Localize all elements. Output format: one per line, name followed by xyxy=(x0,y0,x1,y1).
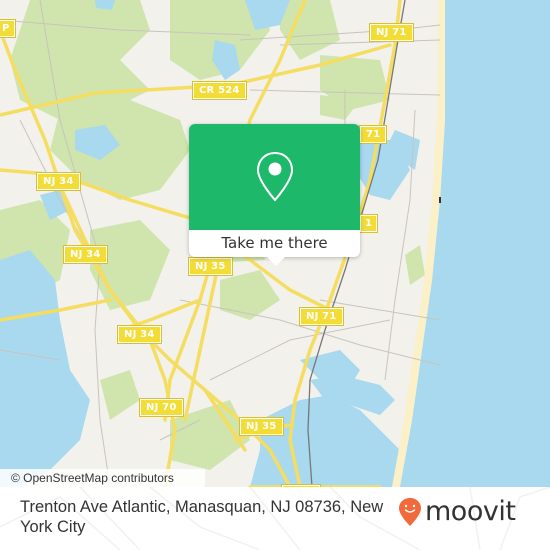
moovit-wordmark: moovit xyxy=(425,496,516,527)
address-text: Trenton Ave Atlantic, Manasquan, NJ 0873… xyxy=(20,498,384,536)
pier-marker xyxy=(439,197,441,203)
take-me-there-button[interactable]: Take me there xyxy=(189,230,360,257)
moovit-pin-icon xyxy=(399,498,421,526)
route-shield-nj70: NJ 70 xyxy=(139,398,184,417)
map-pin-icon xyxy=(256,151,293,202)
route-shield-nj71: 71 xyxy=(358,125,388,144)
moovit-logo[interactable]: moovit xyxy=(398,496,516,527)
popup-pointer xyxy=(267,257,285,266)
route-shield-nj35: NJ 35 xyxy=(188,257,233,276)
route-shield-nj34: NJ 34 xyxy=(117,325,162,344)
route-shield-nj34: NJ 34 xyxy=(63,245,108,264)
map-view[interactable]: NJ 71 CR 524 71 NJ 34 NJ 34 NJ 35 NJ 71 … xyxy=(0,0,550,487)
footer-bar: Trenton Ave Atlantic, Manasquan, NJ 0873… xyxy=(0,487,550,550)
location-popup: Take me there xyxy=(189,124,360,266)
map-attribution[interactable]: © OpenStreetMap contributors xyxy=(0,469,205,487)
popup-header xyxy=(189,124,360,230)
route-shield-nj71: NJ 71 xyxy=(369,23,414,42)
route-shield-nj71: NJ 71 xyxy=(299,307,344,326)
route-shield-nj34: NJ 34 xyxy=(36,172,81,191)
route-shield-nj35: NJ 35 xyxy=(239,417,284,436)
route-shield-nj35: 1 xyxy=(358,214,379,233)
route-shield-cr524: CR 524 xyxy=(192,81,247,100)
route-shield-gsp: P xyxy=(0,19,16,38)
